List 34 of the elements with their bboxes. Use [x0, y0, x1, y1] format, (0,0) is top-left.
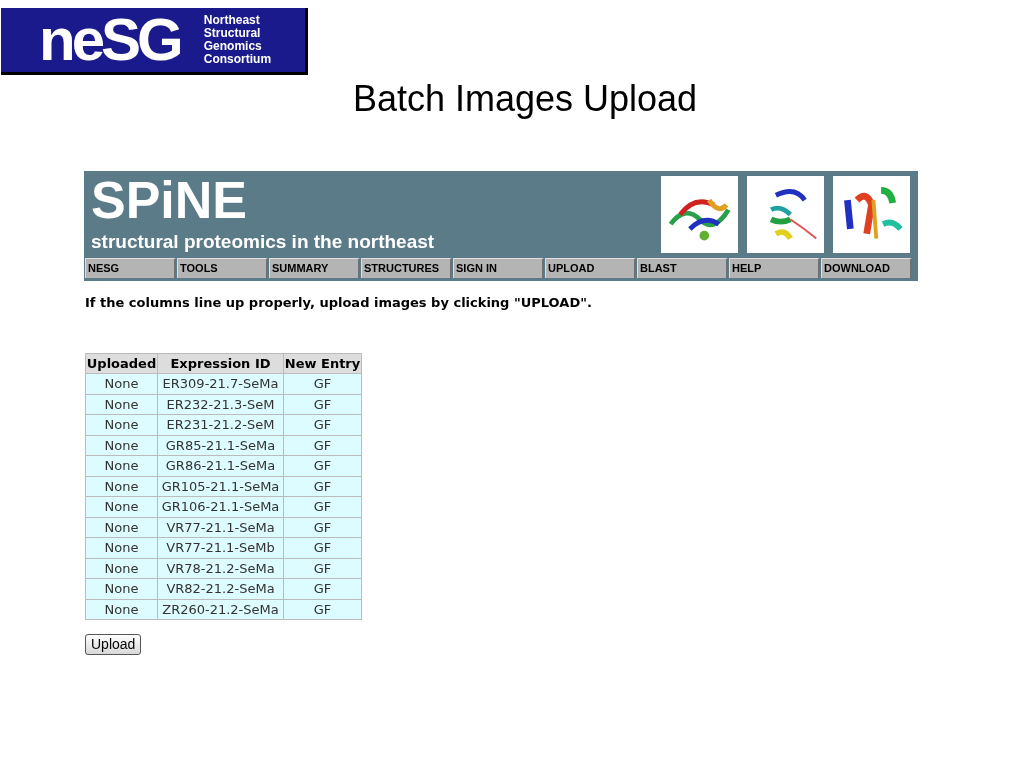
nav-button[interactable]: BLAST	[637, 258, 728, 278]
table-cell: None	[85, 599, 158, 620]
nav-button[interactable]: TOOLS	[177, 258, 268, 278]
instruction-text: If the columns line up properly, upload images by clicking "UPLOAD".	[85, 294, 593, 312]
nav-button[interactable]: SIGN IN	[453, 258, 544, 278]
table-cell: None	[85, 455, 158, 476]
site-title: SPiNE	[91, 172, 249, 228]
logo-text: Northeast	[203, 14, 261, 27]
logo-text: Consortium	[203, 53, 272, 66]
site-subtitle: structural proteomics in the northeast	[91, 231, 436, 253]
table-cell: None	[85, 394, 158, 415]
nav-button[interactable]: DOWNLOAD	[821, 258, 912, 278]
column-header: Expression ID	[157, 353, 284, 374]
upload-button[interactable]: Upload	[85, 634, 142, 655]
nav-button[interactable]: SUMMARY	[269, 258, 360, 278]
table-cell: None	[85, 496, 158, 517]
nav-button[interactable]: HELP	[729, 258, 820, 278]
table-cell: None	[85, 537, 158, 558]
column-header: Uploaded	[85, 353, 158, 374]
nav-button[interactable]: NESG	[85, 258, 176, 278]
table-cell: None	[85, 435, 158, 456]
slide-title: Batch Images Upload	[352, 77, 698, 121]
logo-text: Genomics	[203, 40, 263, 53]
logo-text: Structural	[203, 27, 262, 40]
column-header: New Entry	[283, 353, 362, 374]
logo-wordmark: neSG	[39, 10, 180, 70]
table-cell: None	[85, 517, 158, 538]
table-cell: None	[85, 578, 158, 599]
table-cell: None	[85, 476, 158, 497]
nav-button[interactable]: STRUCTURES	[361, 258, 452, 278]
nav-button[interactable]: UPLOAD	[545, 258, 636, 278]
table-cell: None	[85, 558, 158, 579]
table-cell: None	[85, 373, 158, 394]
table-cell: None	[85, 414, 158, 435]
